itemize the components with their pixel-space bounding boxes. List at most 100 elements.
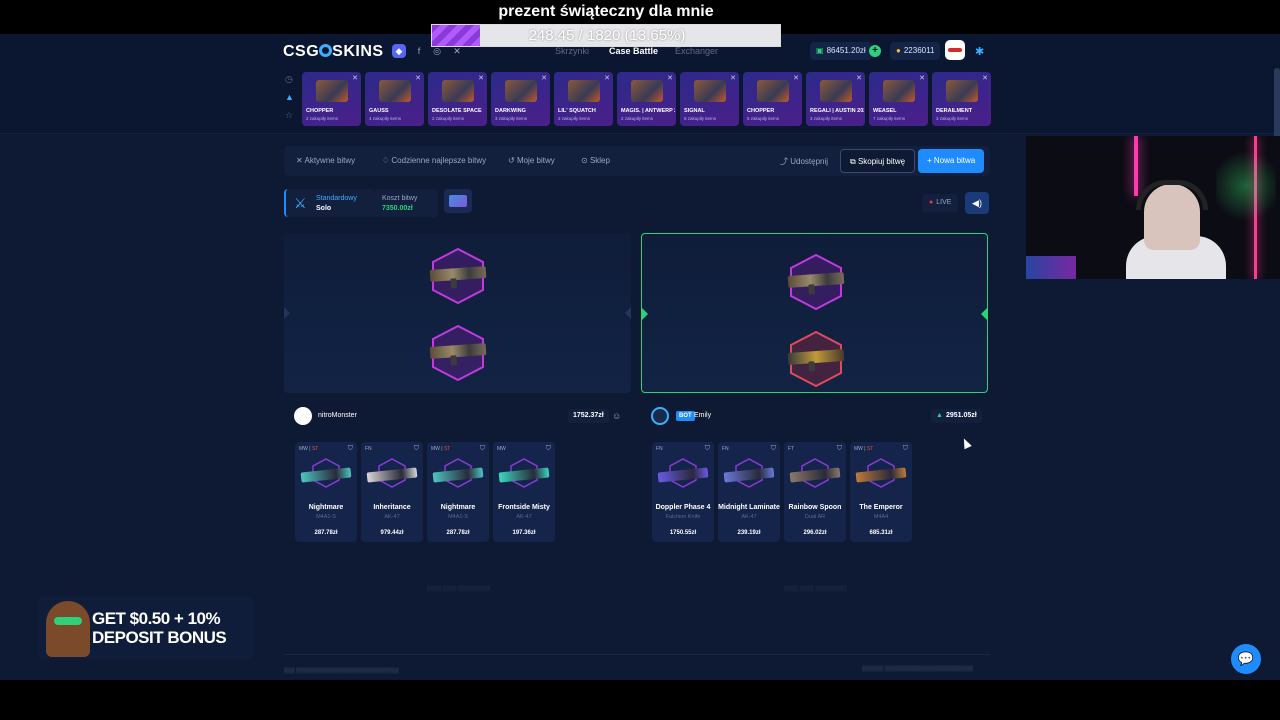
case-image [505, 80, 537, 102]
coin-icon: ● [896, 46, 901, 55]
case-name: DERAILMENT [936, 108, 973, 114]
item-card[interactable]: MW | ST ⛉ Nightmare M4A1-S 287.78zł [295, 442, 357, 542]
case-image [568, 80, 600, 102]
case-subtitle: 4 zakupiły items [369, 116, 402, 121]
item-card[interactable]: FN ⛉ Doppler Phase 4 Falchion Knife 1750.55z… [652, 442, 714, 542]
case-name: DESOLATE SPACE [432, 108, 482, 114]
case-name: SIGNAL [684, 108, 705, 114]
close-icon[interactable]: ✕ [541, 74, 547, 82]
copy-battle-button[interactable]: ⧉ Skopiuj bitwę [840, 149, 916, 173]
nav-skrzynki[interactable]: Skrzynki [555, 46, 589, 56]
gear-icon[interactable]: ✱ [975, 45, 984, 58]
shield-icon: ⛉ [836, 445, 842, 452]
nav-case-battle[interactable]: Case Battle [609, 46, 658, 56]
item-card[interactable]: MW | ST ⛉ Nightmare M4A1-S 287.78zł [427, 442, 489, 542]
item-price: 1750.55zł [669, 530, 697, 536]
item-weapon: AK-47 [384, 514, 400, 520]
battle-case-thumbnail[interactable] [444, 189, 472, 213]
item-weapon: M4A1-S [448, 514, 468, 520]
item-card[interactable]: FN ⛉ Inheritance AK-47 979.44zł [361, 442, 423, 542]
avatar[interactable] [294, 407, 312, 425]
item-card[interactable]: FN ⛉ Midnight Laminate AK-47 239.19zł [718, 442, 780, 542]
item-condition: MW | ST [854, 446, 874, 452]
close-icon[interactable]: ✕ [919, 74, 925, 82]
item-card[interactable]: FT ⛉ Rainbow Spoon Dual AR 296.02zł [784, 442, 846, 542]
close-icon[interactable]: ✕ [856, 74, 862, 82]
discord-icon[interactable]: ◆ [392, 44, 406, 58]
emoji-icon[interactable]: ☺ [612, 411, 621, 421]
close-icon[interactable]: ✕ [667, 74, 673, 82]
close-icon[interactable]: ✕ [604, 74, 610, 82]
balance-coins[interactable]: ● 2236011 [890, 42, 941, 60]
balance-cash[interactable]: ▣ 86451.20zł [810, 42, 872, 60]
item-card[interactable]: MW | ST ⛉ The Emperor M4A4 685.31zł [850, 442, 912, 542]
new-battle-button[interactable]: + Nowa bitwa [918, 149, 985, 173]
facebook-icon[interactable]: f [412, 44, 426, 58]
item-price: 287.78zł [314, 530, 338, 536]
avatar[interactable] [651, 407, 669, 425]
item-weapon: Dual AR [804, 514, 826, 520]
close-icon[interactable]: ✕ [982, 74, 988, 82]
footer-divider [284, 654, 990, 655]
share-button[interactable]: ⤴ Udostępnij [780, 156, 828, 167]
case-subtitle: 7 zakupiły items [873, 116, 906, 121]
tab-my-battles[interactable]: ↺ Moje bitwy [508, 156, 555, 165]
tab-daily-best[interactable]: ♢ Codzienne najlepsze bitwy [382, 156, 486, 165]
battle-mode: ⚔ Standardowy Solo [284, 189, 376, 217]
case-name: CHOPPER [306, 108, 334, 114]
case-card[interactable]: ✕ CHOPPER 2 zakupiły items [302, 72, 361, 126]
user-avatar[interactable] [945, 40, 965, 60]
tab-active-battles[interactable]: ✕ Aktywne bitwy [296, 156, 355, 165]
player1-total: 1752.37zł [568, 409, 609, 423]
server-seed-footer: ▒▒▒▒▒▒ ▒▒▒▒▒▒▒▒▒▒▒▒▒▒▒▒▒▒▒▒▒▒▒▒▒ [862, 666, 974, 672]
star-icon[interactable]: ☆ [285, 110, 295, 128]
close-icon[interactable]: ✕ [730, 74, 736, 82]
thumbs-up-icon[interactable]: ▲ [285, 92, 295, 110]
shield-icon: ⛉ [347, 445, 353, 452]
case-card[interactable]: ✕ CHOPPER 5 zakupiły items [743, 72, 802, 126]
close-icon[interactable]: ✕ [478, 74, 484, 82]
clock-icon[interactable]: ◷ [285, 74, 295, 92]
item-card[interactable]: MW ⛉ Frontside Misty AK-47 197.36zł [493, 442, 555, 542]
case-card[interactable]: ✕ DARKWING 3 zakupiły items [491, 72, 550, 126]
case-card[interactable]: ✕ SIGNAL 5 zakupiły items [680, 72, 739, 126]
player1-arena [284, 233, 631, 393]
video-letterbox-bottom [0, 680, 1280, 720]
item-condition: FN [722, 446, 729, 452]
close-icon[interactable]: ✕ [793, 74, 799, 82]
arena-left-arrow [642, 308, 648, 320]
sound-toggle-icon[interactable]: ◀) [965, 192, 989, 214]
case-card[interactable]: ✕ DERAILMENT 3 zakupiły items [932, 72, 991, 126]
item-weapon: AK-47 [516, 514, 532, 520]
player2-total: ▲ 2951.05zł [931, 409, 982, 423]
deposit-bonus-banner[interactable]: GET $0.50 + 10% DEPOSIT BONUS [38, 597, 254, 659]
bot-badge: BOT [676, 411, 695, 421]
case-subtitle: 2 zakupiły items [621, 116, 654, 121]
stream-goal-bar: 248.45 / 1820 (13.65%) [431, 24, 781, 47]
case-image [631, 80, 663, 102]
nav-exchanger[interactable]: Exchanger [675, 46, 718, 56]
case-filter-icons: ◷ ▲ ☆ [285, 74, 295, 128]
shield-icon: ⛉ [479, 445, 485, 452]
case-card[interactable]: ✕ REGALI | AUSTIN 2025 3 zakupiły items [806, 72, 865, 126]
case-image [694, 80, 726, 102]
case-card[interactable]: ✕ MAGIS. | ANTWERP 2022 2 zakupiły items [617, 72, 676, 126]
drop-slot-1 [428, 248, 488, 304]
case-name: GAUSS [369, 108, 389, 114]
item-name: The Emperor [859, 504, 903, 511]
site-logo[interactable]: CSG SKINS [283, 43, 384, 61]
close-icon[interactable]: ✕ [415, 74, 421, 82]
shield-icon: ⛉ [413, 445, 419, 452]
close-icon[interactable]: ✕ [352, 74, 358, 82]
case-name: WEASEL [873, 108, 897, 114]
case-card[interactable]: ✕ LIL' SQUATCH 2 zakupiły items [554, 72, 613, 126]
deposit-button[interactable]: + [869, 45, 881, 57]
stream-goal-progress: 248.45 / 1820 (13.65%) [528, 27, 686, 44]
client-seed-left: ▒▒▒▒ ▒▒▒▒ ▒▒▒▒▒▒▒▒▒ [427, 586, 491, 592]
case-card[interactable]: ✕ WEASEL 7 zakupiły items [869, 72, 928, 126]
item-condition: MW | ST [299, 446, 319, 452]
tab-shop[interactable]: ⊙ Sklep [581, 156, 610, 165]
chat-support-icon[interactable]: 💬 [1231, 644, 1261, 674]
case-card[interactable]: ✕ DESOLATE SPACE 2 zakupiły items [428, 72, 487, 126]
case-card[interactable]: ✕ GAUSS 4 zakupiły items [365, 72, 424, 126]
